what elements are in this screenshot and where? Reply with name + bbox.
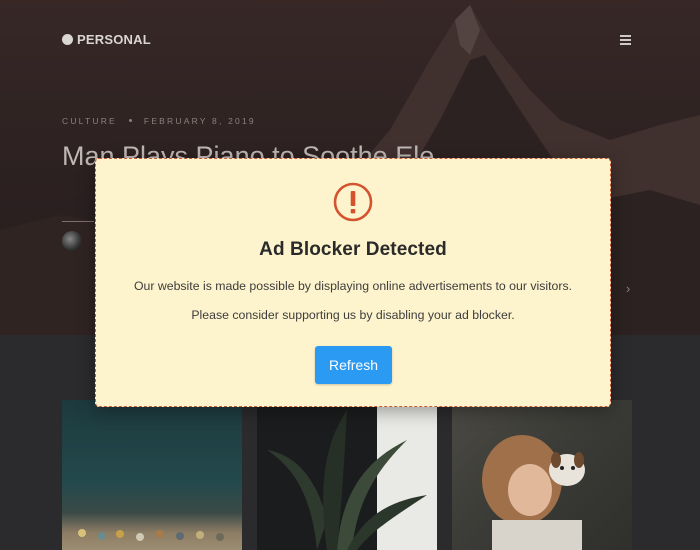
modal-message: Our website is made possible by displayi… xyxy=(133,279,573,322)
refresh-button[interactable]: Refresh xyxy=(315,346,392,384)
exclamation-circle-icon xyxy=(333,182,373,222)
ad-blocker-modal: Ad Blocker Detected Our website is made … xyxy=(95,158,611,407)
modal-title: Ad Blocker Detected xyxy=(259,239,447,260)
modal-overlay: Ad Blocker Detected Our website is made … xyxy=(0,0,700,550)
